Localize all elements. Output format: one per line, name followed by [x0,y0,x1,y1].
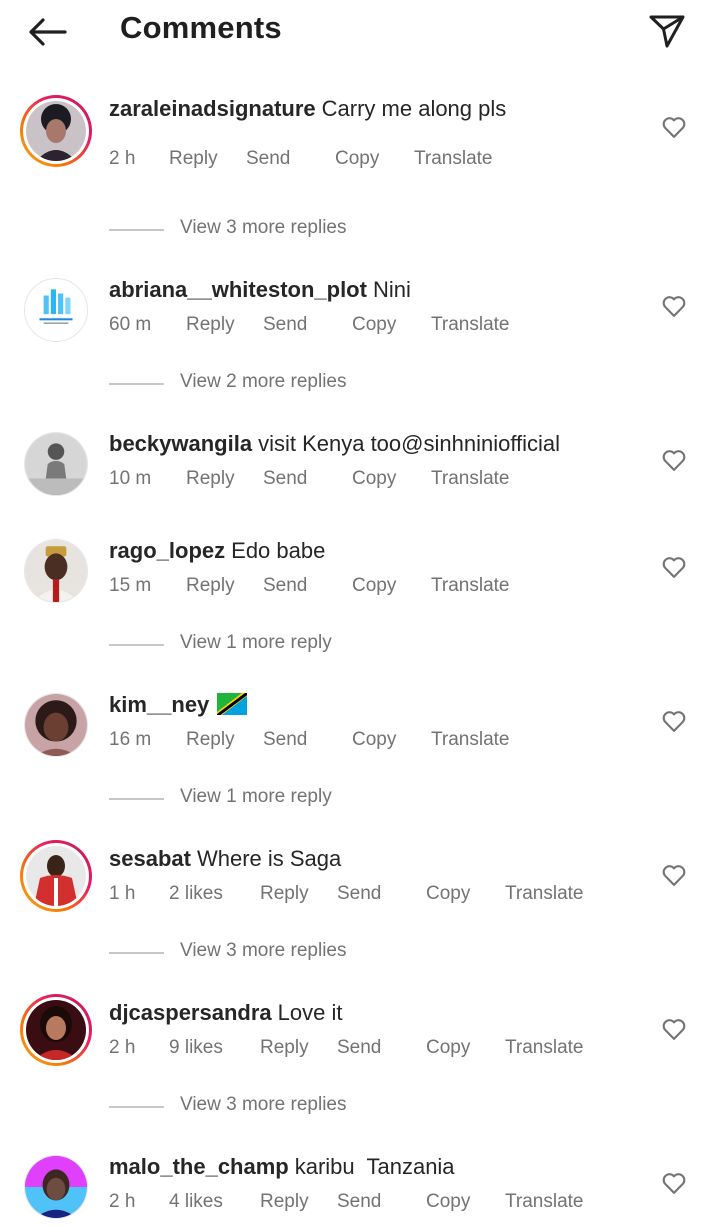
comment-text: Nini [372,277,411,302]
comment-time: 16 m [109,729,152,750]
comment-text: Edo babe [231,538,326,563]
comment-time: 2 h [109,1037,136,1058]
avatar[interactable] [20,994,92,1066]
avatar[interactable] [24,539,88,603]
comment-username[interactable]: rago_lopez [109,538,225,563]
arrow-left-icon [29,18,67,46]
comment-username[interactable]: sesabat [109,846,191,871]
reply-button[interactable]: Reply [186,729,235,751]
heart-icon[interactable] [660,707,688,735]
heart-icon[interactable] [660,292,688,320]
reply-button[interactable]: Reply [169,148,218,170]
copy-button[interactable]: Copy [335,148,379,170]
likes-count[interactable]: 4 likes [169,1191,223,1213]
send-button[interactable]: Send [263,729,307,751]
avatar[interactable] [24,1155,88,1219]
translate-button[interactable]: Translate [431,468,510,490]
tanzania-flag-icon [217,693,248,715]
copy-button[interactable]: Copy [352,468,396,490]
reply-button[interactable]: Reply [186,314,235,336]
comment-username[interactable]: zaraleinadsignature [109,96,316,121]
copy-button[interactable]: Copy [352,314,396,336]
likes-count[interactable]: 2 likes [169,883,223,905]
comment-text: karibu Tanzania [294,1154,455,1179]
comment-time: 2 h [109,148,136,169]
back-button[interactable] [22,10,72,54]
heart-icon[interactable] [660,113,688,141]
reply-button[interactable]: Reply [260,1191,309,1213]
comment-text: visit Kenya too@sinhniniofficial [258,431,561,456]
avatar[interactable] [20,840,92,912]
comment-time: 2 h [109,1191,136,1212]
reply-button[interactable]: Reply [260,1037,309,1059]
comment-username[interactable]: malo_the_champ [109,1154,289,1179]
send-button[interactable]: Send [337,883,381,905]
divider [109,798,164,800]
page-title: Comments [120,10,282,45]
translate-button[interactable]: Translate [431,314,510,336]
avatar[interactable] [20,95,92,167]
comment-meta: 10 m Reply Send Copy Translate [109,468,669,494]
paper-plane-icon [649,15,685,48]
send-button[interactable]: Send [337,1037,381,1059]
comment-time: 15 m [109,575,152,596]
translate-button[interactable]: Translate [431,729,510,751]
comment-time: 60 m [109,314,152,335]
comment-time: 1 h [109,883,136,904]
heart-icon[interactable] [660,446,688,474]
reply-button[interactable]: Reply [186,575,235,597]
avatar[interactable] [24,693,88,757]
copy-button[interactable]: Copy [426,1037,470,1059]
comment-meta: 2 h Reply Send Copy Translate [109,148,669,174]
comment-username[interactable]: djcaspersandra [109,1000,272,1025]
heart-icon[interactable] [660,1015,688,1043]
translate-button[interactable]: Translate [505,1191,584,1213]
avatar[interactable] [24,432,88,496]
heart-icon[interactable] [660,553,688,581]
comment-text: Carry me along pls [321,96,507,121]
avatar[interactable] [24,278,88,342]
comment-meta: 15 m Reply Send Copy Translate [109,575,669,601]
send-button[interactable]: Send [263,468,307,490]
divider [109,952,164,954]
send-button[interactable]: Send [337,1191,381,1213]
comment-meta: 2 h 4 likes Reply Send Copy Translate [109,1191,669,1217]
translate-button[interactable]: Translate [414,148,493,170]
likes-count[interactable]: 9 likes [169,1037,223,1059]
reply-button[interactable]: Reply [260,883,309,905]
comment-meta: 60 m Reply Send Copy Translate [109,314,669,340]
comment-text: Love it [277,1000,343,1025]
send-button[interactable]: Send [263,314,307,336]
heart-icon[interactable] [660,1169,688,1197]
translate-button[interactable]: Translate [505,883,584,905]
share-button[interactable] [642,8,692,54]
heart-icon[interactable] [660,861,688,889]
divider [109,229,164,231]
divider [109,1106,164,1108]
reply-button[interactable]: Reply [186,468,235,490]
comment-time: 10 m [109,468,152,489]
divider [109,383,164,385]
comment-meta: 16 m Reply Send Copy Translate [109,729,669,755]
comment-meta: 1 h 2 likes Reply Send Copy Translate [109,883,669,909]
copy-button[interactable]: Copy [352,575,396,597]
translate-button[interactable]: Translate [505,1037,584,1059]
top-bar: Comments [0,0,720,62]
comment-meta: 2 h 9 likes Reply Send Copy Translate [109,1037,669,1063]
copy-button[interactable]: Copy [426,1191,470,1213]
send-button[interactable]: Send [263,575,307,597]
translate-button[interactable]: Translate [431,575,510,597]
copy-button[interactable]: Copy [426,883,470,905]
comment-text: Where is Saga [196,846,342,871]
comment-username[interactable]: kim__ney [109,692,209,717]
copy-button[interactable]: Copy [352,729,396,751]
comment-username[interactable]: abriana__whiteston_plot [109,277,367,302]
comment-username[interactable]: beckywangila [109,431,252,456]
divider [109,644,164,646]
send-button[interactable]: Send [246,148,290,170]
